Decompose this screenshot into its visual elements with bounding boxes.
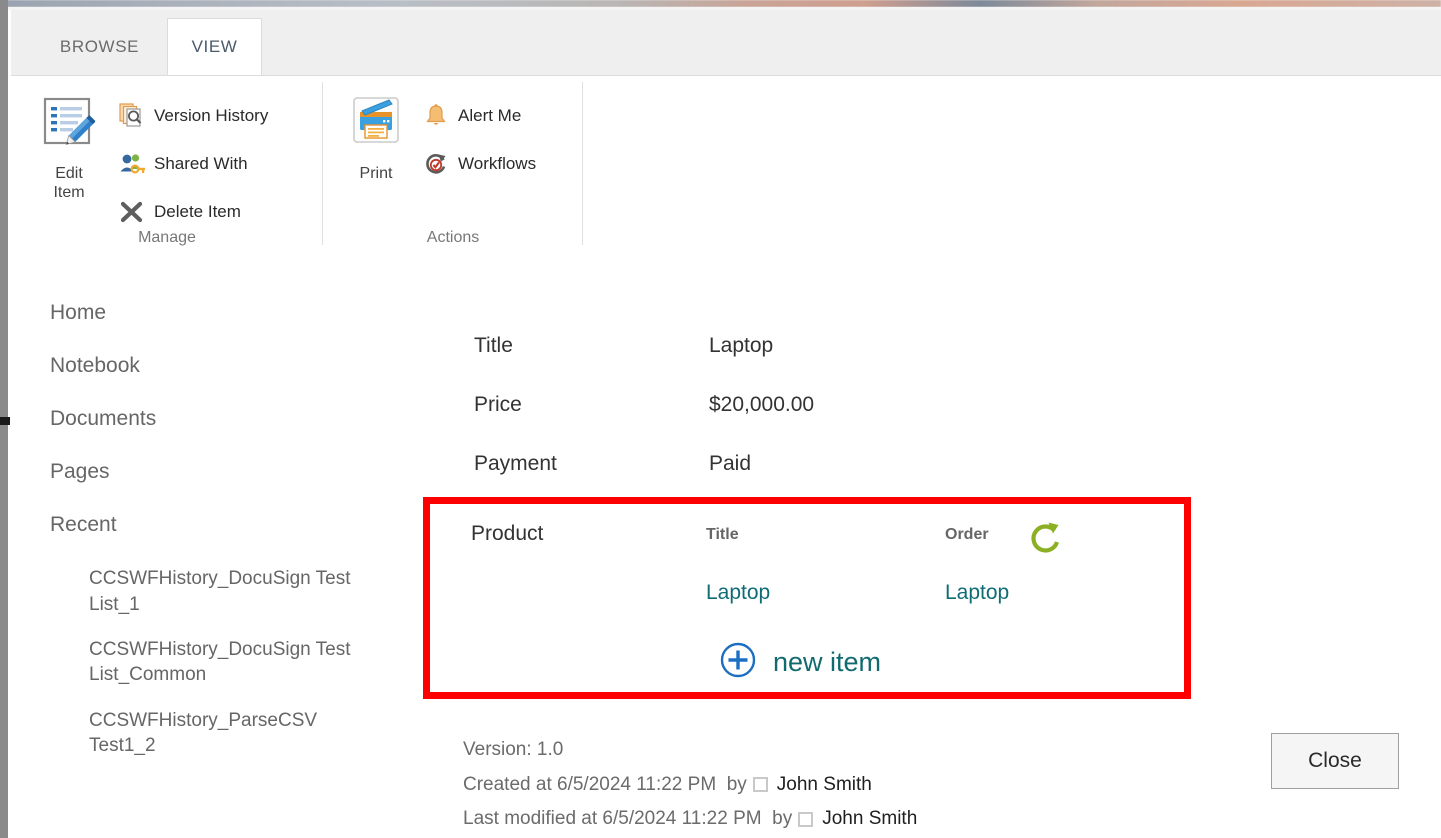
- alert-me-label: Alert Me: [458, 106, 522, 125]
- print-icon: [345, 94, 407, 161]
- field-value-title: Laptop: [709, 334, 774, 357]
- meta-modified-line: Last modified at 6/5/2024 11:22 PM by Jo…: [463, 802, 917, 837]
- grid-column-header-order[interactable]: Order: [945, 526, 989, 544]
- sidebar-item-notebook[interactable]: Notebook: [11, 354, 411, 377]
- field-label-product: Product: [471, 522, 544, 545]
- plus-circle-icon: [718, 640, 758, 685]
- meta-created-line: Created at 6/5/2024 11:22 PM by John Smi…: [463, 768, 917, 803]
- sidebar-recent-item[interactable]: CCSWFHistory_DocuSign Test List_1: [11, 566, 379, 617]
- form-row-payment: Payment Paid: [474, 452, 751, 476]
- sidebar-item-pages[interactable]: Pages: [11, 460, 411, 483]
- shared-with-icon: [119, 151, 145, 177]
- field-label-payment: Payment: [474, 452, 557, 475]
- presence-indicator-icon: [798, 811, 814, 827]
- tab-browse[interactable]: BROWSE: [32, 18, 167, 75]
- workflows-icon: [423, 151, 449, 177]
- ribbon-tab-bar: BROWSE VIEW: [11, 10, 1441, 75]
- field-value-payment: Paid: [709, 452, 752, 475]
- ribbon: BROWSE VIEW Edit Item Version History Sh…: [11, 10, 1441, 256]
- grid-column-header-title[interactable]: Title: [706, 526, 739, 544]
- workflows-button[interactable]: Workflows: [423, 148, 536, 180]
- meta-modified-text: Last modified at 6/5/2024 11:22 PM: [463, 808, 762, 830]
- ribbon-group-actions: Print Alert Me Workflows Actions: [323, 76, 583, 256]
- form-row-title: Title Laptop: [474, 334, 773, 358]
- new-item-button[interactable]: new item: [718, 640, 881, 685]
- sidebar-recent-item[interactable]: CCSWFHistory_DocuSign Test List_Common: [11, 637, 379, 688]
- print-button-label: Print: [359, 165, 393, 182]
- site-banner-strip: [0, 0, 1441, 7]
- sidebar-item-recent[interactable]: Recent: [11, 513, 411, 536]
- grid-cell-order-link[interactable]: Laptop: [945, 581, 1009, 605]
- version-history-button[interactable]: Version History: [119, 100, 268, 132]
- tab-view[interactable]: VIEW: [167, 18, 262, 75]
- edit-item-icon: [38, 94, 100, 161]
- meta-created-by-word: by: [726, 773, 747, 795]
- delete-item-button[interactable]: Delete Item: [119, 196, 241, 228]
- scrollbar-position-marker[interactable]: [0, 417, 10, 425]
- meta-created-text: Created at 6/5/2024 11:22 PM: [463, 773, 717, 795]
- meta-modified-by-person[interactable]: John Smith: [822, 802, 917, 837]
- item-metadata: Version: 1.0 Created at 6/5/2024 11:22 P…: [463, 733, 917, 837]
- shared-with-button[interactable]: Shared With: [119, 148, 248, 180]
- meta-version-text: Version: 1.0: [463, 739, 564, 760]
- ribbon-group-actions-label: Actions: [426, 229, 480, 246]
- meta-created-by-person[interactable]: John Smith: [777, 768, 872, 803]
- field-value-price: $20,000.00: [709, 393, 815, 416]
- product-field-highlight: Product Title Order Laptop Laptop new it…: [423, 497, 1191, 699]
- left-navigation: Home Notebook Documents Pages Recent CCS…: [11, 256, 411, 778]
- delete-item-icon: [119, 199, 145, 225]
- alert-me-icon: [423, 103, 449, 129]
- meta-modified-by-word: by: [772, 808, 793, 830]
- ribbon-group-manage: Edit Item Version History Shared With De…: [11, 76, 323, 256]
- new-item-label: new item: [773, 647, 882, 677]
- refresh-icon[interactable]: [1024, 518, 1066, 565]
- form-row-price: Price $20,000.00: [474, 393, 814, 417]
- ribbon-body: Edit Item Version History Shared With De…: [11, 75, 1441, 256]
- ribbon-group-manage-label: Manage: [138, 229, 196, 246]
- alert-me-button[interactable]: Alert Me: [423, 100, 521, 132]
- delete-item-label: Delete Item: [154, 202, 241, 221]
- sidebar-item-documents[interactable]: Documents: [11, 407, 411, 430]
- edit-item-button-label: Edit Item: [53, 165, 85, 201]
- edit-item-button[interactable]: Edit Item: [26, 94, 112, 202]
- field-label-price: Price: [474, 393, 522, 416]
- version-history-label: Version History: [154, 106, 269, 125]
- version-history-icon: [119, 103, 145, 129]
- shared-with-label: Shared With: [154, 154, 248, 173]
- field-label-title: Title: [474, 334, 513, 357]
- close-button[interactable]: Close: [1271, 733, 1399, 789]
- meta-version-line: Version: 1.0: [463, 733, 917, 768]
- presence-indicator-icon: [752, 777, 768, 793]
- sidebar-item-home[interactable]: Home: [11, 301, 411, 324]
- print-button[interactable]: Print: [333, 94, 419, 184]
- ribbon-divider: [582, 82, 583, 245]
- workflows-label: Workflows: [458, 154, 537, 173]
- grid-cell-title-link[interactable]: Laptop: [706, 581, 770, 605]
- sidebar-recent-item[interactable]: CCSWFHistory_ParseCSV Test1_2: [11, 708, 379, 759]
